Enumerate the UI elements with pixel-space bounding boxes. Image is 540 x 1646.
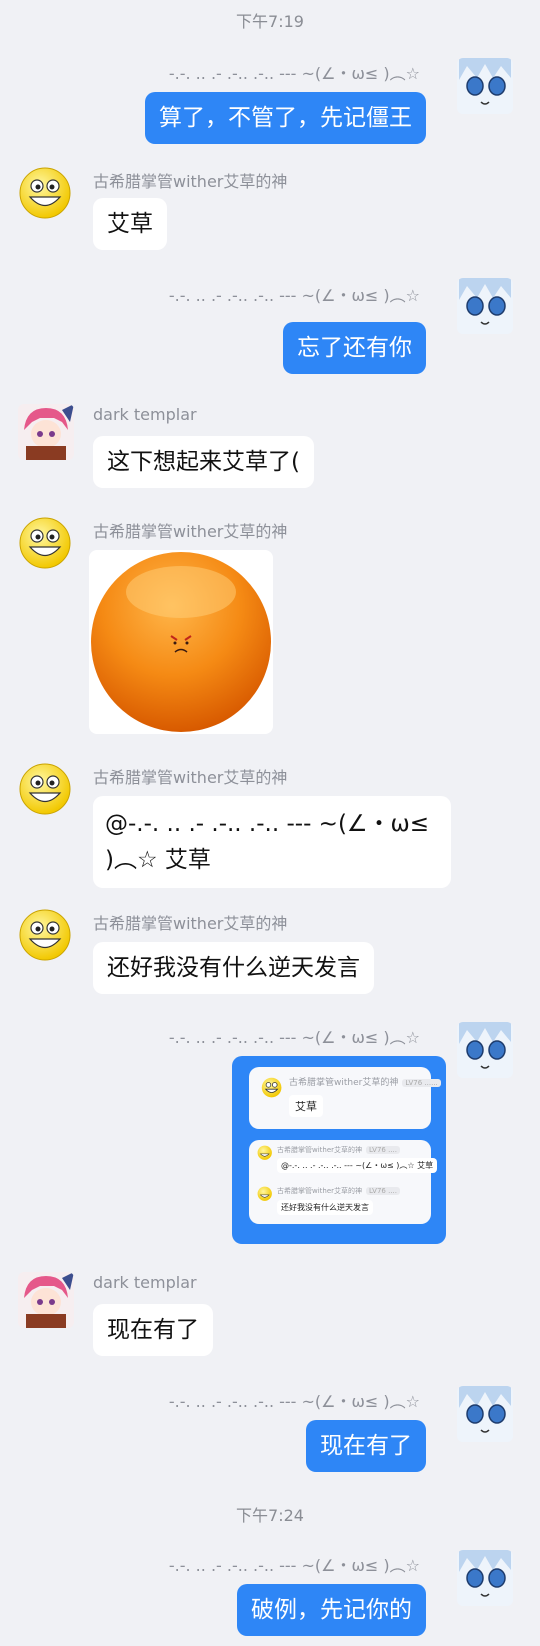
sender-name: 古希腊掌管wither艾草的神 bbox=[93, 768, 288, 787]
user-avatar[interactable] bbox=[18, 404, 74, 460]
forwarded-sender: 古希腊掌管wither艾草的神 LV76 ...... bbox=[289, 1075, 441, 1088]
message-bubble[interactable]: 破例，先记你的 bbox=[237, 1584, 426, 1636]
message-bubble[interactable]: @-.-. .. .- .-.. .-.. --- ~(∠・ω≤ )︵☆ 艾草 bbox=[93, 796, 451, 888]
grinning-face-icon bbox=[19, 763, 71, 815]
message-bubble[interactable]: 现在有了 bbox=[306, 1420, 426, 1472]
sender-name: 古希腊掌管wither艾草的神 bbox=[93, 522, 288, 541]
anime-girl-avatar-icon bbox=[457, 278, 513, 334]
sender-name: -.-. .. .- .-.. .-.. --- ~(∠・ω≤ )︵☆ bbox=[168, 286, 420, 305]
self-avatar[interactable] bbox=[457, 278, 513, 334]
sender-name: dark templar bbox=[93, 1273, 197, 1292]
timestamp: 下午7:19 bbox=[236, 12, 304, 31]
grinning-face-icon bbox=[257, 1186, 272, 1201]
anime-girl-avatar-icon bbox=[457, 1550, 513, 1606]
user-avatar[interactable] bbox=[18, 516, 74, 572]
message-bubble[interactable]: 艾草 bbox=[93, 198, 167, 250]
sender-name: -.-. .. .- .-.. .-.. --- ~(∠・ω≤ )︵☆ bbox=[168, 64, 420, 83]
grinning-face-icon bbox=[19, 167, 71, 219]
message-bubble[interactable]: 现在有了 bbox=[93, 1304, 213, 1356]
anime-girl-avatar-icon bbox=[457, 58, 513, 114]
sender-name: -.-. .. .- .-.. .-.. --- ~(∠・ω≤ )︵☆ bbox=[168, 1556, 420, 1575]
message-bubble[interactable]: 算了，不管了，先记僵王 bbox=[145, 92, 426, 144]
self-avatar[interactable] bbox=[457, 1022, 513, 1078]
sender-name: -.-. .. .- .-.. .-.. --- ~(∠・ω≤ )︵☆ bbox=[168, 1392, 420, 1411]
self-avatar[interactable] bbox=[457, 1550, 513, 1606]
anime-girl-pink-avatar-icon bbox=[18, 1272, 74, 1328]
self-avatar[interactable] bbox=[457, 1386, 513, 1442]
forwarded-sender: 古希腊掌管wither艾草的神 LV76 .... bbox=[277, 1145, 400, 1155]
message-bubble[interactable]: 这下想起来艾草了( bbox=[93, 436, 314, 488]
sender-name: 古希腊掌管wither艾草的神 bbox=[93, 914, 288, 933]
sender-name: dark templar bbox=[93, 405, 197, 424]
anime-girl-avatar-icon bbox=[457, 1386, 513, 1442]
grinning-face-icon bbox=[261, 1077, 282, 1098]
grinning-face-icon bbox=[19, 517, 71, 569]
grinning-face-icon bbox=[257, 1145, 272, 1160]
grinning-face-icon bbox=[19, 909, 71, 961]
sender-name: -.-. .. .- .-.. .-.. --- ~(∠・ω≤ )︵☆ bbox=[168, 1028, 420, 1047]
user-avatar[interactable] bbox=[18, 908, 74, 964]
angry-orange-ball-icon bbox=[91, 552, 271, 732]
anime-girl-pink-avatar-icon bbox=[18, 404, 74, 460]
forwarded-text: 还好我没有什么逆天发言 bbox=[277, 1200, 373, 1215]
forwarded-sender: 古希腊掌管wither艾草的神 LV76 .... bbox=[277, 1186, 400, 1196]
forwarded-messages[interactable]: 古希腊掌管wither艾草的神 LV76 ...... 艾草 古希腊掌管withe… bbox=[232, 1056, 446, 1244]
forwarded-text: 艾草 bbox=[289, 1095, 323, 1117]
forwarded-text: @-.-. .. .- .-.. .-.. --- ~(∠・ω≤ )︵☆ 艾草 bbox=[277, 1158, 438, 1173]
forwarded-card: 古希腊掌管wither艾草的神 LV76 ...... 艾草 bbox=[249, 1067, 441, 1129]
self-avatar[interactable] bbox=[457, 58, 513, 114]
message-bubble[interactable]: 忘了还有你 bbox=[283, 322, 426, 374]
forwarded-card: 古希腊掌管wither艾草的神 LV76 .... @-.-. .. .- .-.… bbox=[249, 1140, 438, 1224]
anime-girl-avatar-icon bbox=[457, 1022, 513, 1078]
message-bubble[interactable]: 还好我没有什么逆天发言 bbox=[93, 942, 374, 994]
sender-name: 古希腊掌管wither艾草的神 bbox=[93, 172, 288, 191]
timestamp: 下午7:24 bbox=[236, 1506, 304, 1525]
user-avatar[interactable] bbox=[18, 1272, 74, 1328]
user-avatar[interactable] bbox=[18, 762, 74, 818]
user-avatar[interactable] bbox=[18, 166, 74, 222]
sticker-image[interactable] bbox=[89, 550, 273, 734]
